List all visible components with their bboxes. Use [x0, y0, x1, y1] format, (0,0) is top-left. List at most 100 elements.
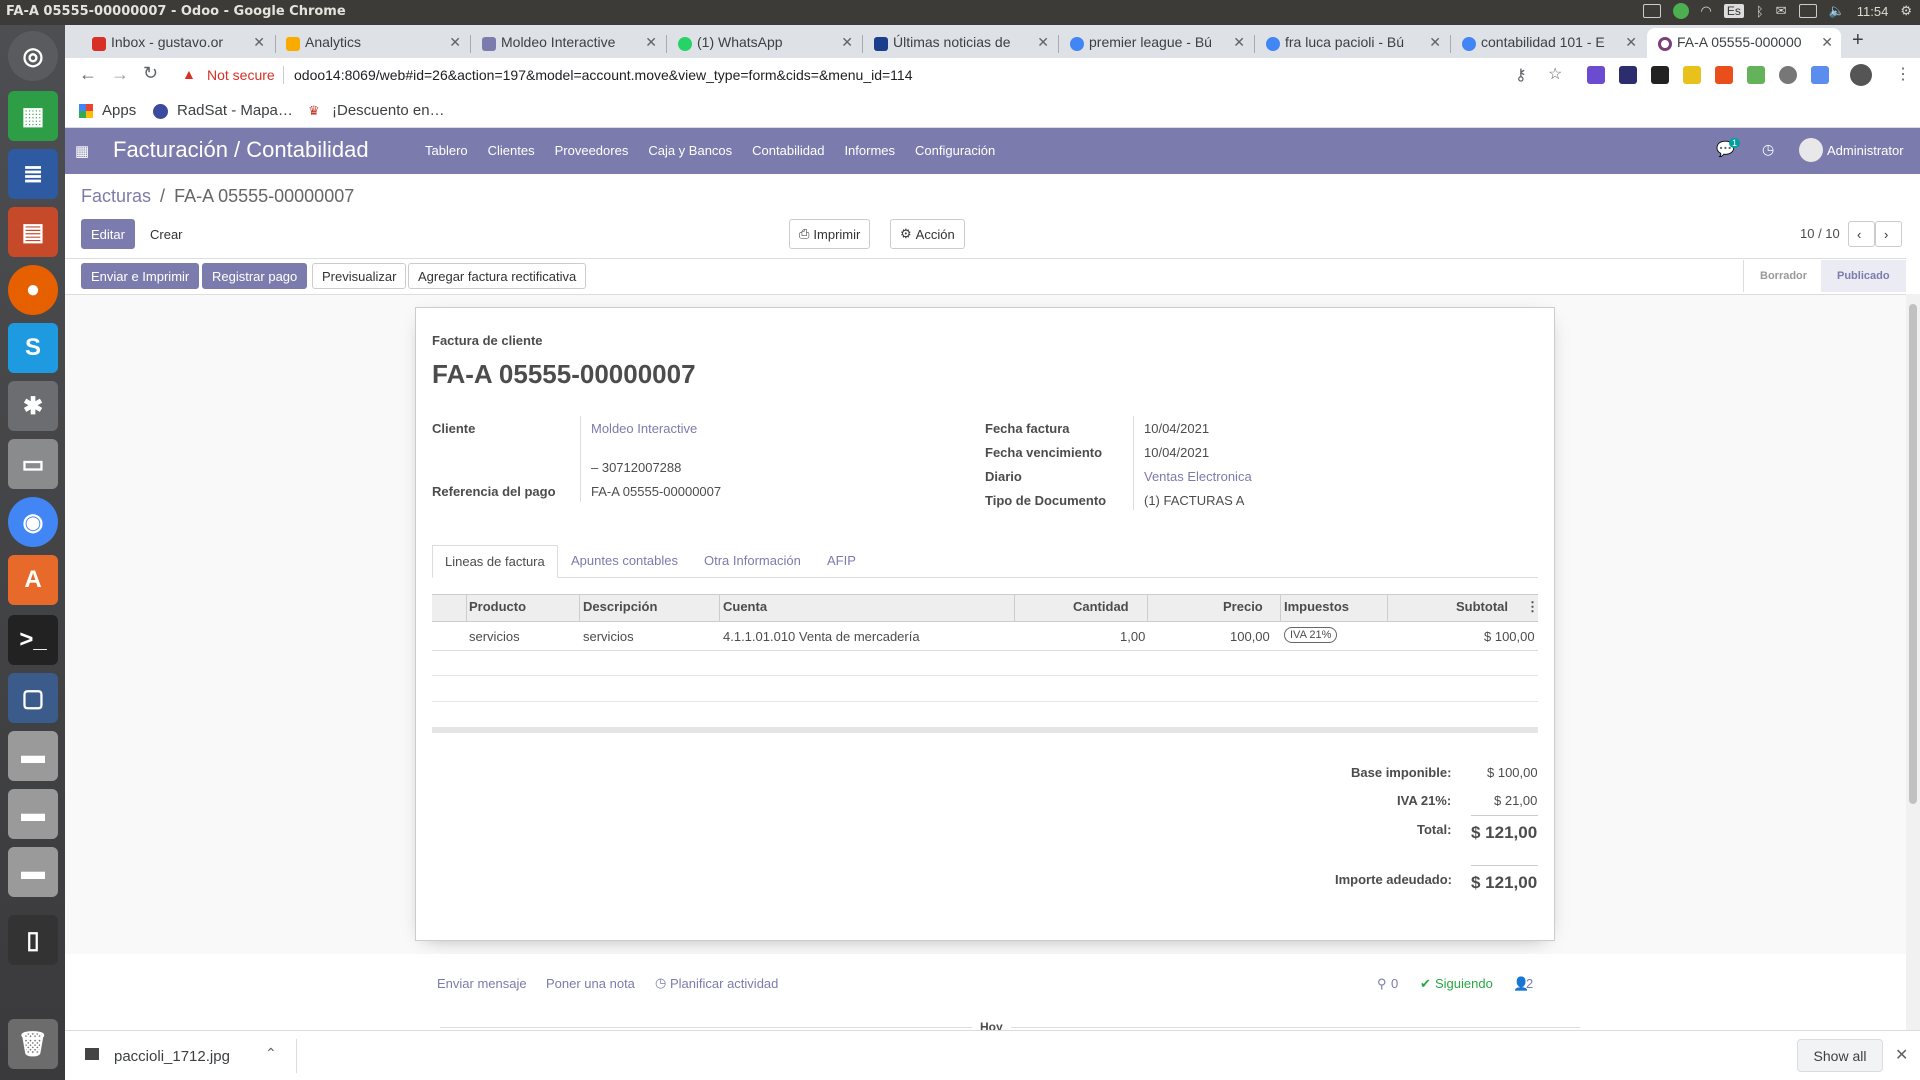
pager-next-icon[interactable]: ›: [1875, 221, 1902, 247]
send-print-button[interactable]: Enviar e Imprimir: [81, 263, 200, 289]
drive-icon[interactable]: ▬: [8, 731, 58, 781]
scrollbar-track[interactable]: [1906, 294, 1920, 1030]
close-tab-icon[interactable]: ✕: [1233, 34, 1245, 51]
user-avatar[interactable]: [1799, 138, 1823, 162]
pager-prev-icon[interactable]: ‹: [1848, 221, 1875, 247]
menu-informes[interactable]: Informes: [844, 143, 895, 158]
col-cantidad[interactable]: Cantidad: [1073, 599, 1129, 614]
send-message-button[interactable]: Enviar mensaje: [437, 976, 527, 991]
screen-icon[interactable]: [1642, 4, 1661, 18]
col-subtotal[interactable]: Subtotal: [1456, 599, 1508, 614]
tab-journal-items[interactable]: Apuntes contables: [571, 553, 678, 568]
workspace-icon[interactable]: ▢: [8, 673, 58, 723]
bookmark-radsat[interactable]: RadSat - Mapa…: [177, 102, 293, 119]
mail-icon[interactable]: ✉: [1776, 3, 1787, 19]
action-button[interactable]: ⚙ Acción: [890, 219, 965, 249]
column-options-icon[interactable]: ⋮: [1526, 599, 1539, 615]
attachment-count[interactable]: 0: [1391, 976, 1398, 991]
close-tab-icon[interactable]: ✕: [1821, 34, 1833, 51]
col-impuestos[interactable]: Impuestos: [1284, 599, 1349, 614]
impress-icon[interactable]: ▤: [8, 207, 58, 257]
status-draft[interactable]: Borrador: [1743, 260, 1824, 292]
new-tab-button[interactable]: +: [1852, 29, 1864, 52]
files-icon[interactable]: ▭: [8, 439, 58, 489]
chevron-up-icon[interactable]: ⌃: [265, 1045, 277, 1062]
col-precio[interactable]: Precio: [1223, 599, 1263, 614]
forward-icon[interactable]: →: [111, 64, 129, 85]
register-payment-button[interactable]: Registrar pago: [202, 263, 308, 289]
tab-premier[interactable]: premier league - Bú ✕: [1059, 28, 1253, 58]
user-name[interactable]: Administrator: [1827, 143, 1904, 158]
following-button[interactable]: Siguiendo: [1435, 976, 1493, 991]
settings-gear-icon[interactable]: ⚙: [1900, 3, 1912, 19]
spreadsheet-icon[interactable]: ▦: [8, 91, 58, 141]
menu-tablero[interactable]: Tablero: [425, 143, 468, 158]
back-icon[interactable]: ←: [79, 64, 97, 85]
battery-icon[interactable]: [1798, 4, 1817, 18]
cliente-link[interactable]: Moldeo Interactive: [591, 421, 697, 436]
key-icon[interactable]: ⚷: [1515, 65, 1527, 85]
ubuntu-logo-icon[interactable]: ◎: [8, 31, 58, 81]
journal-link[interactable]: Ventas Electronica: [1144, 469, 1252, 484]
apps-grid-icon[interactable]: ▦: [75, 142, 89, 160]
schedule-activity-button[interactable]: Planificar actividad: [670, 976, 778, 991]
menu-caja-bancos[interactable]: Caja y Bancos: [648, 143, 732, 158]
extension-icon[interactable]: [1587, 66, 1605, 84]
clock[interactable]: 11:54: [1857, 4, 1889, 19]
tab-pacioli[interactable]: fra luca pacioli - Bú ✕: [1255, 28, 1449, 58]
menu-configuracion[interactable]: Configuración: [915, 143, 995, 158]
tab-invoice-lines[interactable]: Lineas de factura: [432, 545, 558, 578]
preview-button[interactable]: Previsualizar: [312, 263, 407, 289]
star-icon[interactable]: ☆: [1548, 64, 1562, 84]
check-icon[interactable]: [1672, 3, 1689, 19]
trash-icon[interactable]: 🗑: [8, 1019, 58, 1069]
warning-icon[interactable]: ▲: [182, 66, 196, 82]
scrollbar-thumb[interactable]: [1909, 304, 1917, 804]
writer-icon[interactable]: ≣: [8, 149, 58, 199]
create-button[interactable]: Crear: [140, 219, 193, 249]
extension-icon[interactable]: [1779, 66, 1797, 84]
close-tab-icon[interactable]: ✕: [449, 34, 461, 51]
tab-moldeo[interactable]: Moldeo Interactive ✕: [471, 28, 665, 58]
edit-button[interactable]: Editar: [81, 219, 135, 249]
firefox-icon[interactable]: ●: [8, 265, 58, 315]
menu-contabilidad[interactable]: Contabilidad: [752, 143, 824, 158]
tab-afip[interactable]: AFIP: [827, 553, 856, 568]
status-posted[interactable]: Publicado: [1821, 260, 1906, 292]
bookmark-apps[interactable]: Apps: [102, 102, 136, 119]
chrome-menu-icon[interactable]: ⋮: [1895, 64, 1911, 84]
close-tab-icon[interactable]: ✕: [1625, 34, 1637, 51]
tab-other-info[interactable]: Otra Información: [704, 553, 801, 568]
col-descripcion[interactable]: Descripción: [583, 599, 657, 614]
credit-note-button[interactable]: Agregar factura rectificativa: [408, 263, 587, 289]
activity-clock-icon[interactable]: ◷: [1762, 141, 1774, 158]
extension-icon[interactable]: [1747, 66, 1765, 84]
extension-icon[interactable]: [1683, 66, 1701, 84]
tab-contabilidad[interactable]: contabilidad 101 - E ✕: [1451, 28, 1645, 58]
url-input[interactable]: odoo14:8069/web#id=26&action=197&model=a…: [294, 67, 913, 83]
not-secure-label[interactable]: Not secure: [207, 67, 275, 83]
phone-icon[interactable]: ▯: [8, 915, 58, 965]
extension-icon[interactable]: [1651, 66, 1669, 84]
download-filename[interactable]: paccioli_1712.jpg: [114, 1048, 230, 1065]
close-tab-icon[interactable]: ✕: [1037, 34, 1049, 51]
tab-news[interactable]: Últimas noticias de ✕: [863, 28, 1057, 58]
close-tab-icon[interactable]: ✕: [645, 34, 657, 51]
extension-icon[interactable]: [1811, 66, 1829, 84]
show-all-button[interactable]: Show all: [1797, 1039, 1883, 1072]
close-tab-icon[interactable]: ✕: [841, 34, 853, 51]
drive-icon-2[interactable]: ▬: [8, 789, 58, 839]
keyboard-lang[interactable]: Es: [1723, 4, 1744, 18]
skype-icon[interactable]: S: [8, 323, 58, 373]
bookmark-descuento[interactable]: ¡Descuento en…: [332, 102, 445, 119]
extension-icon[interactable]: [1715, 66, 1733, 84]
tab-whatsapp[interactable]: (1) WhatsApp ✕: [667, 28, 861, 58]
menu-proveedores[interactable]: Proveedores: [555, 143, 629, 158]
settings-tool-icon[interactable]: ✱: [8, 381, 58, 431]
software-center-icon[interactable]: A: [8, 555, 58, 605]
terminal-icon[interactable]: >_: [8, 615, 58, 665]
log-note-button[interactable]: Poner una nota: [546, 976, 635, 991]
bluetooth-icon[interactable]: ᛒ: [1756, 4, 1764, 19]
reload-icon[interactable]: ↻: [143, 63, 158, 84]
tab-gmail[interactable]: Inbox - gustavo.or ✕: [81, 28, 273, 58]
